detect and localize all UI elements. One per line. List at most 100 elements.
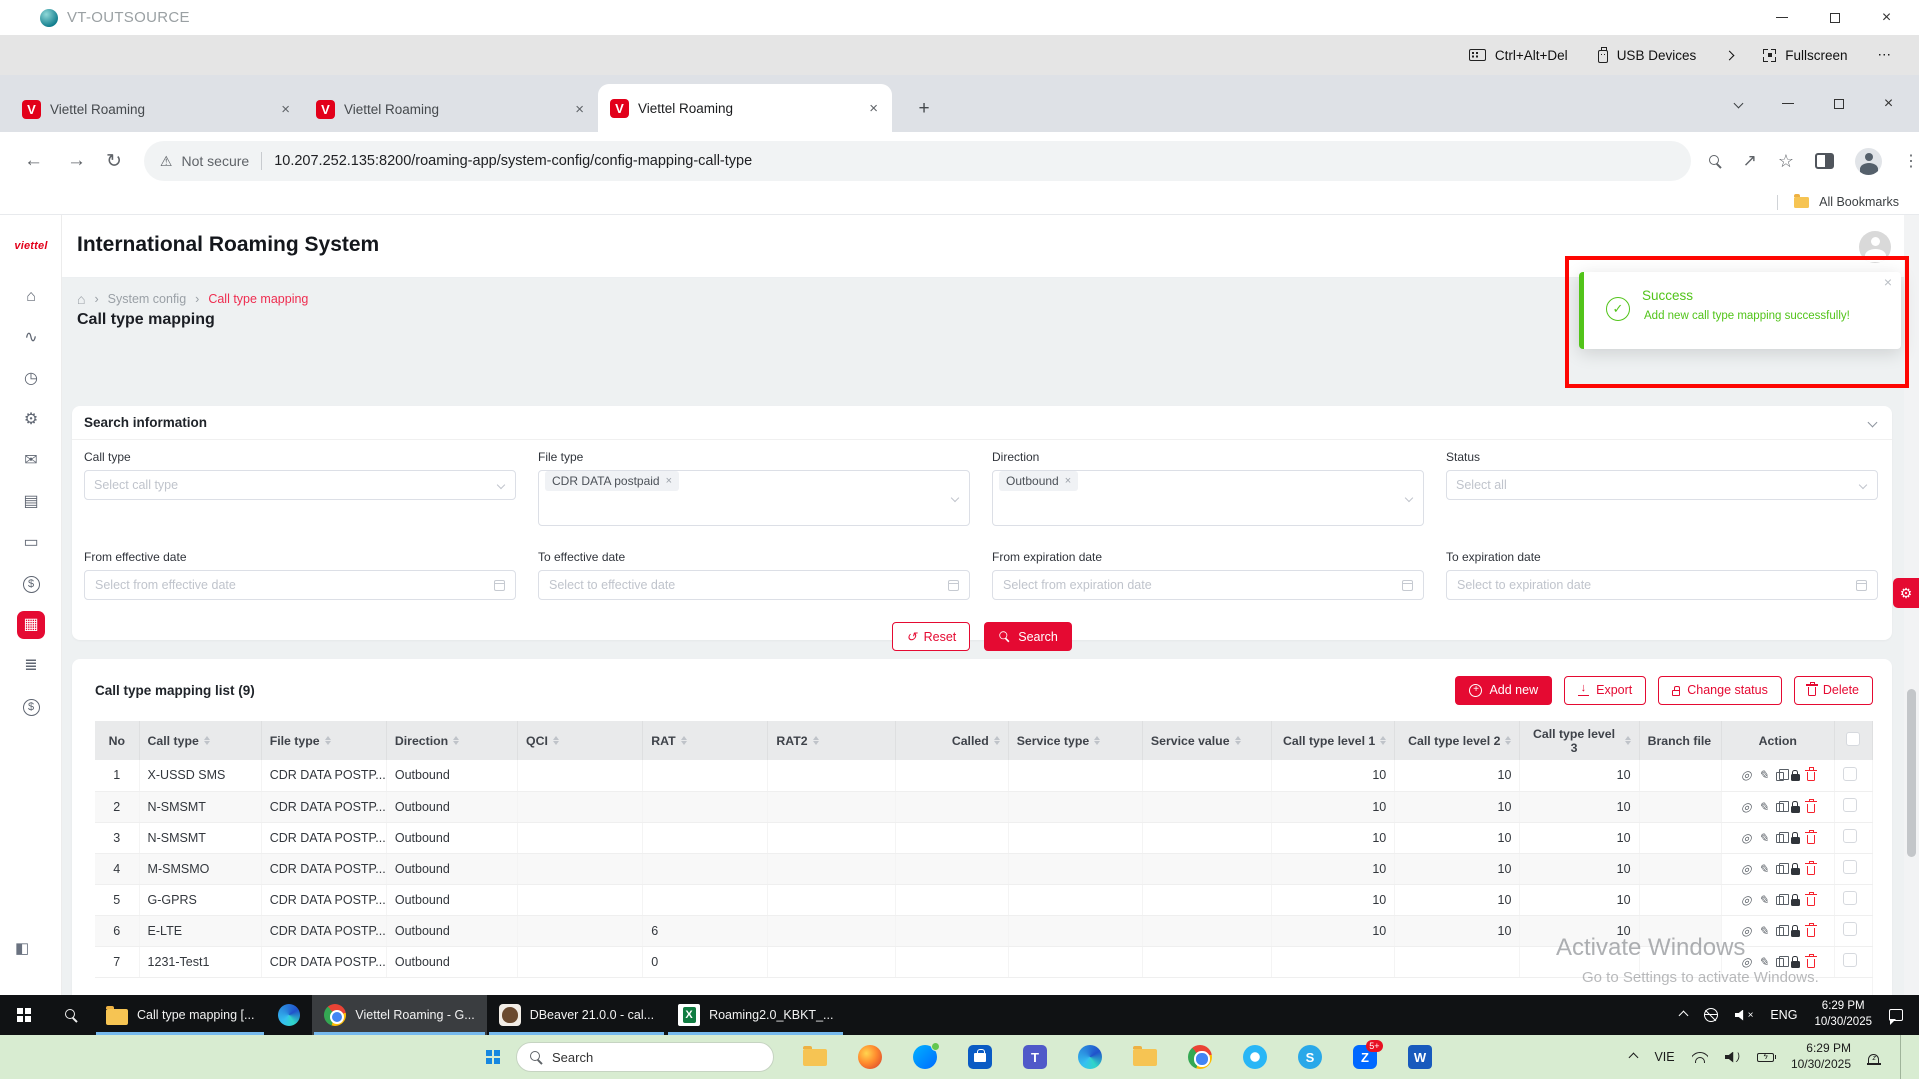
taskbar-icon-messenger[interactable] <box>913 1045 937 1069</box>
new-tab-button[interactable] <box>910 95 938 123</box>
local-search-box[interactable]: Search <box>516 1042 774 1072</box>
notification-bell-icon[interactable] <box>1868 1054 1879 1064</box>
column-header[interactable]: Direction <box>386 721 517 760</box>
browser-tab[interactable]: V Viettel Roaming <box>304 86 598 132</box>
sidebar-item-call-type-mapping[interactable]: ▦ <box>17 611 45 639</box>
local-speaker-icon[interactable] <box>1725 1052 1740 1063</box>
sidebar-item-messages[interactable]: ✉ <box>17 447 45 475</box>
change-status-button[interactable]: Change status <box>1658 676 1782 705</box>
rdp-close-icon[interactable] <box>1882 13 1891 23</box>
copy-icon[interactable] <box>1776 801 1784 812</box>
bookmark-star-icon[interactable] <box>1778 151 1794 172</box>
remote-language-indicator[interactable]: ENG <box>1770 1008 1797 1022</box>
browser-tab[interactable]: V Viettel Roaming <box>598 84 892 132</box>
local-language-indicator[interactable]: VIE <box>1654 1050 1674 1064</box>
sort-icon[interactable] <box>553 736 559 746</box>
lock-icon[interactable] <box>1791 863 1800 875</box>
reload-icon[interactable] <box>106 150 122 173</box>
sidebar-item-tickets[interactable]: ▭ <box>17 529 45 557</box>
table-row[interactable]: 3 N-SMSMT CDR DATA POSTP... Outbound <box>95 822 1873 853</box>
share-icon[interactable] <box>1743 151 1757 171</box>
taskbar-app-excel[interactable]: Roaming2.0_KBKT_... <box>666 995 845 1035</box>
from-expiration-date-input[interactable]: Select from expiration date <box>992 570 1424 600</box>
taskbar-icon-word[interactable] <box>1408 1045 1432 1069</box>
column-header[interactable]: RAT <box>643 721 768 760</box>
column-header[interactable]: QCI <box>518 721 643 760</box>
taskbar-icon-edge[interactable] <box>1078 1045 1102 1069</box>
lock-icon[interactable] <box>1791 894 1800 906</box>
sidebar-item-settings[interactable]: ⚙ <box>17 406 45 434</box>
back-icon[interactable] <box>24 150 43 172</box>
theme-settings-button[interactable] <box>1893 578 1919 608</box>
status-select[interactable]: Select all <box>1446 470 1878 500</box>
home-icon[interactable] <box>77 291 85 307</box>
column-header[interactable]: Action <box>1721 721 1834 760</box>
taskbar-icon-zalo[interactable]: 5+ <box>1353 1045 1377 1069</box>
side-panel-icon[interactable] <box>1815 153 1834 169</box>
remote-action-center-icon[interactable] <box>1889 1009 1903 1021</box>
delete-button[interactable]: Delete <box>1794 676 1873 705</box>
scrollbar-thumb[interactable] <box>1907 689 1916 857</box>
remote-muted-speaker-icon[interactable] <box>1735 1010 1754 1021</box>
copy-icon[interactable] <box>1776 863 1784 874</box>
sidebar-item-billing[interactable]: $ <box>17 570 45 598</box>
column-header[interactable]: Call type level 2 <box>1395 721 1520 760</box>
sort-icon[interactable] <box>813 736 819 746</box>
tab-search-chevron-icon[interactable] <box>1733 99 1743 109</box>
tab-close-icon[interactable] <box>865 100 882 117</box>
sort-icon[interactable] <box>1505 736 1511 746</box>
remote-clock[interactable]: 6:29 PM 10/30/2025 <box>1814 999 1872 1030</box>
row-checkbox[interactable] <box>1843 860 1857 874</box>
from-effective-date-input[interactable]: Select from effective date <box>84 570 516 600</box>
browser-tab[interactable]: V Viettel Roaming <box>10 86 304 132</box>
toolbar-expand-button[interactable] <box>1726 52 1733 59</box>
sidebar-collapse-icon[interactable]: ◧ <box>15 939 29 957</box>
taskbar-icon-skype[interactable] <box>1298 1045 1322 1069</box>
delete-row-icon[interactable] <box>1807 894 1815 906</box>
table-row[interactable]: 4 M-SMSMO CDR DATA POSTP... Outbound <box>95 853 1873 884</box>
address-bar[interactable]: Not secure 10.207.252.135:8200/roaming-a… <box>144 141 1691 181</box>
sidebar-item-alerts[interactable]: ◷ <box>17 365 45 393</box>
breadcrumb-system-config[interactable]: System config <box>108 292 187 306</box>
sort-icon[interactable] <box>325 736 331 746</box>
copy-icon[interactable] <box>1776 770 1784 781</box>
delete-row-icon[interactable] <box>1807 801 1815 813</box>
direction-select[interactable]: Outbound <box>992 470 1424 526</box>
tab-close-icon[interactable] <box>571 101 588 118</box>
profile-avatar[interactable] <box>1855 148 1882 175</box>
taskbar-app-file-explorer[interactable]: Call type mapping [... <box>94 995 266 1035</box>
browser-maximize-icon[interactable] <box>1834 99 1844 109</box>
to-expiration-date-input[interactable]: Select to expiration date <box>1446 570 1878 600</box>
ctrl-alt-del-button[interactable]: Ctrl+Alt+Del <box>1469 48 1568 63</box>
column-header[interactable]: Branch file <box>1639 721 1721 760</box>
copy-icon[interactable] <box>1776 894 1784 905</box>
copy-icon[interactable] <box>1776 832 1784 843</box>
fullscreen-button[interactable]: Fullscreen <box>1763 48 1847 63</box>
reset-button[interactable]: Reset <box>892 622 970 651</box>
column-header[interactable]: No <box>95 721 139 760</box>
collapse-section-icon[interactable] <box>1868 418 1878 428</box>
row-checkbox[interactable] <box>1843 953 1857 967</box>
column-header[interactable]: Call type level 1 <box>1272 721 1395 760</box>
column-header[interactable]: Service value <box>1142 721 1271 760</box>
sidebar-item-revenue[interactable]: $ <box>17 693 45 721</box>
remote-search-icon[interactable] <box>48 995 94 1035</box>
file-type-select[interactable]: CDR DATA postpaid <box>538 470 970 526</box>
column-header[interactable]: Call type level 3 <box>1520 721 1639 760</box>
taskbar-app-dbeaver[interactable]: DBeaver 21.0.0 - cal... <box>487 995 666 1035</box>
battery-icon[interactable] <box>1757 1053 1774 1062</box>
row-checkbox[interactable] <box>1843 767 1857 781</box>
local-start-button[interactable] <box>474 1050 512 1065</box>
column-header[interactable]: Called <box>895 721 1008 760</box>
sort-icon[interactable] <box>204 736 210 746</box>
browser-minimize-icon[interactable] <box>1782 103 1794 105</box>
browser-close-icon[interactable] <box>1884 99 1893 109</box>
edit-icon[interactable] <box>1758 893 1768 907</box>
forward-icon[interactable] <box>67 150 86 172</box>
row-checkbox[interactable] <box>1843 829 1857 843</box>
wifi-icon[interactable] <box>1692 1052 1708 1063</box>
taskbar-app-chrome[interactable]: Viettel Roaming - G... <box>312 995 486 1035</box>
sidebar-item-dashboard[interactable]: ∿ <box>17 324 45 352</box>
rdp-maximize-icon[interactable] <box>1830 13 1840 23</box>
remove-tag-icon[interactable] <box>1065 476 1071 487</box>
